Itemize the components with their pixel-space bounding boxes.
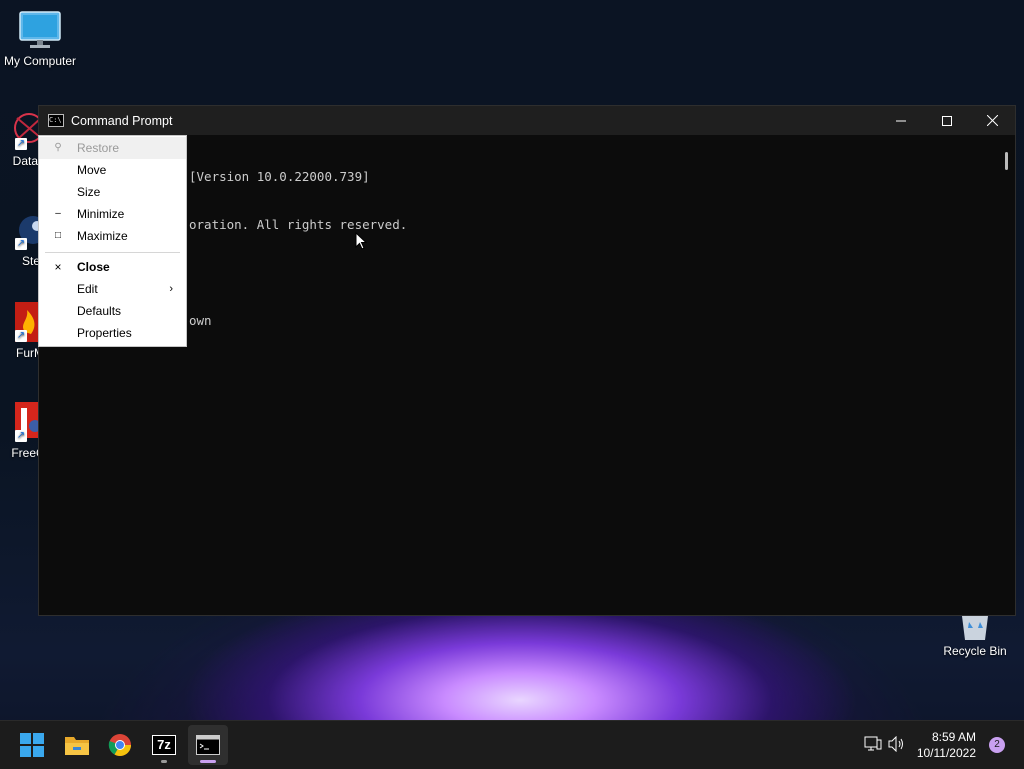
close-icon [986,115,998,126]
maximize-button[interactable] [924,106,970,135]
minimize-button[interactable] [878,106,924,135]
window-title: Command Prompt [71,113,173,128]
menu-item-edit[interactable]: Edit › [39,278,186,300]
menu-item-minimize[interactable]: – Minimize [39,203,186,225]
desktop-icon-label: Recycle Bin [943,644,1007,658]
notification-badge[interactable]: 2 [989,737,1005,753]
shortcut-arrow-icon: ↗ [15,430,27,442]
console-output[interactable]: [Version 10.0.22000.739] oration. All ri… [189,137,407,361]
mouse-cursor-icon [355,232,367,250]
clock[interactable]: 8:59 AM 10/11/2022 [917,729,976,761]
minimize-icon: – [55,208,61,219]
file-explorer-icon [65,737,89,755]
volume-icon[interactable] [888,735,906,755]
recycle-bin-icon [954,612,996,640]
title-bar[interactable]: C:\ Command Prompt [39,106,1015,135]
shortcut-arrow-icon: ↗ [15,330,27,342]
start-icon [20,733,44,757]
desktop-icon-recycle-bin[interactable]: Recycle Bin [935,612,1015,658]
maximize-icon [942,115,952,126]
7zip-icon: 7z [152,735,176,755]
app-logo-icon: ↗ [0,110,44,150]
close-button[interactable] [969,106,1015,135]
command-prompt-icon [196,735,220,755]
command-prompt-icon[interactable]: C:\ [48,114,64,127]
close-icon: × [54,260,62,274]
taskbar-file-explorer[interactable] [57,725,97,765]
menu-item-move[interactable]: Move [39,159,186,181]
steam-icon: ↗ [0,210,47,250]
chevron-right-icon: › [169,283,173,295]
menu-item-restore[interactable]: ⚲ Restore [39,137,186,159]
taskbar: 7z 8:59 AM 10/11/2022 2 [0,720,1024,769]
console-line: oration. All rights reserved. [189,217,408,232]
taskbar-chrome[interactable] [100,725,140,765]
chrome-icon [108,734,131,756]
menu-separator [45,252,180,253]
scrollbar-thumb[interactable] [1005,152,1008,170]
console-line: own [189,313,212,328]
menu-item-properties[interactable]: Properties [39,322,186,344]
running-indicator [161,760,167,763]
restore-icon: ⚲ [54,142,62,153]
menu-item-close[interactable]: × Close [39,256,186,278]
taskbar-7zip[interactable]: 7z [144,725,184,765]
clock-time: 8:59 AM [931,730,976,744]
menu-item-maximize[interactable]: □ Maximize [39,225,186,247]
start-button[interactable] [12,725,52,765]
menu-item-size[interactable]: Size [39,181,186,203]
active-indicator [200,760,216,763]
shortcut-arrow-icon: ↗ [15,238,27,250]
taskbar-command-prompt[interactable] [188,725,228,765]
monitor-icon [19,10,61,50]
desktop-icon-my-computer[interactable]: My Computer [0,10,80,68]
shortcut-arrow-icon: ↗ [15,138,27,150]
freecad-icon: ↗ [0,402,41,442]
furmark-icon: ↗ [0,302,41,342]
console-line: [Version 10.0.22000.739] [189,169,370,184]
network-icon[interactable] [864,736,882,755]
desktop-icon-label: My Computer [3,54,77,68]
clock-date: 10/11/2022 [916,746,976,760]
minimize-icon [896,120,906,121]
system-context-menu: ⚲ Restore Move Size – Minimize □ Maximiz… [38,135,187,347]
menu-item-defaults[interactable]: Defaults [39,300,186,322]
maximize-icon: □ [54,230,62,241]
